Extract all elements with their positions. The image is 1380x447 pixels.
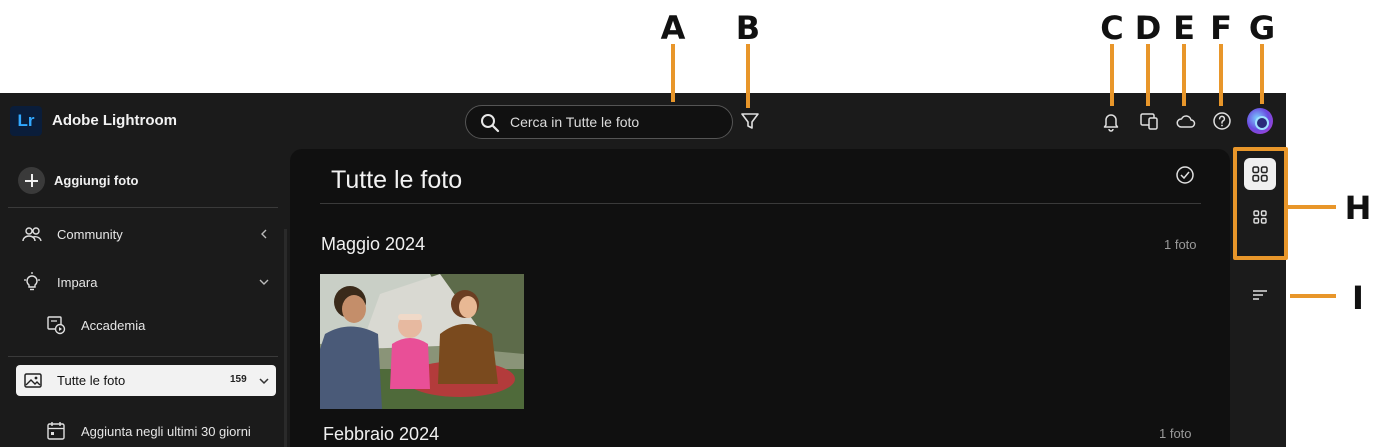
sidebar-scrollbar[interactable] <box>284 229 287 447</box>
photo-count-badge: 159 <box>230 374 247 385</box>
app-title: Adobe Lightroom <box>52 112 177 129</box>
callout-f: F <box>1210 9 1232 47</box>
community-icon <box>21 223 43 245</box>
sidebar-item-label: Impara <box>57 275 98 290</box>
sidebar-item-all-photos[interactable]: Tutte le foto 159 <box>16 365 276 396</box>
sort-button[interactable] <box>1244 279 1276 311</box>
sidebar: Aggiungi foto Community Impara Accademia <box>0 149 288 447</box>
sort-icon <box>1253 290 1267 300</box>
help-icon[interactable] <box>1211 110 1233 132</box>
bell-icon[interactable] <box>1100 110 1122 132</box>
title-divider <box>320 203 1201 204</box>
date-group-count: 1 foto <box>1164 237 1197 252</box>
add-photos-label[interactable]: Aggiungi foto <box>54 173 138 188</box>
sidebar-item-label: Aggiunta negli ultimi 30 giorni <box>81 424 251 439</box>
chevron-down-icon[interactable] <box>257 275 271 289</box>
lightroom-window: Lr Adobe Lightroom Cerca in Tutte le fot… <box>0 93 1286 447</box>
avatar[interactable] <box>1247 108 1273 134</box>
callout-e: E <box>1173 9 1195 47</box>
callout-line-g <box>1260 44 1264 104</box>
callout-a: A <box>660 9 686 47</box>
callout-line-c <box>1110 44 1114 106</box>
top-bar: Lr Adobe Lightroom Cerca in Tutte le fot… <box>0 93 1286 149</box>
lightbulb-icon <box>21 271 43 293</box>
chevron-left-icon[interactable] <box>257 227 271 241</box>
sidebar-item-label: Community <box>57 227 123 242</box>
callout-box-h <box>1233 147 1288 260</box>
callout-c: C <box>1100 9 1124 47</box>
cloud-icon[interactable] <box>1175 110 1197 132</box>
sidebar-item-label: Accademia <box>81 318 146 333</box>
callout-i: I <box>1352 279 1364 317</box>
callout-b: B <box>735 9 761 47</box>
callout-line-e <box>1182 44 1186 106</box>
calendar-icon <box>45 420 67 442</box>
callout-line-i <box>1290 294 1336 298</box>
sidebar-item-label: Tutte le foto <box>57 373 126 388</box>
callout-d: D <box>1134 9 1162 47</box>
callout-line-f <box>1219 44 1223 106</box>
photo-thumbnail[interactable] <box>320 274 524 409</box>
sidebar-item-community[interactable]: Community <box>0 217 288 251</box>
page-title: Tutte le foto <box>331 166 463 194</box>
callout-h: H <box>1344 189 1372 227</box>
callout-line-d <box>1146 44 1150 106</box>
callout-line-b <box>746 44 750 108</box>
academy-icon <box>45 314 67 336</box>
sidebar-divider <box>8 356 278 357</box>
sidebar-item-accademia[interactable]: Accademia <box>0 308 288 342</box>
sidebar-item-recent[interactable]: Aggiunta negli ultimi 30 giorni <box>0 414 288 447</box>
callout-line-a <box>671 44 675 102</box>
filter-icon[interactable] <box>739 110 761 132</box>
sidebar-divider <box>8 207 278 208</box>
search-field[interactable]: Cerca in Tutte le foto <box>465 105 733 139</box>
search-icon <box>481 114 500 133</box>
date-group-title: Febbraio 2024 <box>323 424 440 444</box>
photos-icon <box>22 370 44 392</box>
lightroom-logo: Lr <box>10 106 42 136</box>
callout-line-h <box>1288 205 1336 209</box>
date-group-title: Maggio 2024 <box>321 234 426 254</box>
chevron-down-icon[interactable] <box>257 374 271 388</box>
devices-icon[interactable] <box>1138 110 1160 132</box>
select-check-icon[interactable] <box>1175 165 1195 185</box>
photo-grid-panel: Tutte le foto Maggio 2024 1 foto Febbrai… <box>290 149 1230 447</box>
sidebar-item-impara[interactable]: Impara <box>0 265 288 299</box>
callout-g: G <box>1248 9 1276 47</box>
add-photos-button[interactable] <box>18 167 45 194</box>
date-group-count: 1 foto <box>1159 426 1192 441</box>
search-placeholder: Cerca in Tutte le foto <box>510 114 640 130</box>
